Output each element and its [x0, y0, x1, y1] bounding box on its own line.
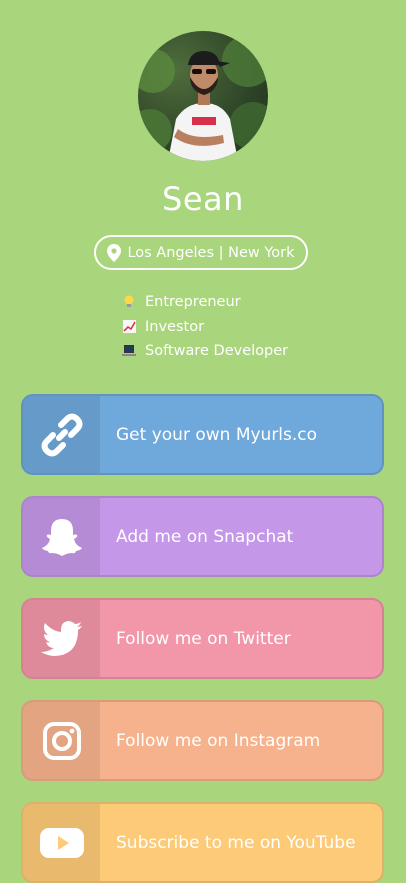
button-label: Subscribe to me on YouTube — [116, 832, 356, 853]
instagram-link-button[interactable]: Follow me on Instagram — [21, 700, 384, 781]
bio-item: Investor — [122, 315, 288, 340]
profile-name: Sean — [162, 180, 244, 218]
map-pin-icon — [107, 243, 122, 262]
twitter-icon — [23, 600, 100, 677]
snapchat-icon — [23, 498, 100, 575]
bio-item: Entrepreneur — [122, 290, 288, 315]
snapchat-link-button[interactable]: Add me on Snapchat — [21, 496, 384, 577]
bio-text: Investor — [145, 318, 205, 335]
location-badge: Los Angeles | New York — [94, 235, 308, 270]
youtube-link-button[interactable]: Subscribe to me on YouTube — [21, 802, 384, 883]
lightbulb-icon — [122, 295, 136, 309]
laptop-icon — [122, 344, 136, 358]
instagram-icon — [23, 702, 100, 779]
button-label: Get your own Myurls.co — [116, 424, 318, 445]
profile-avatar — [138, 31, 268, 161]
bio-item: Software Developer — [122, 339, 288, 364]
twitter-link-button[interactable]: Follow me on Twitter — [21, 598, 384, 679]
button-label: Add me on Snapchat — [116, 526, 294, 547]
location-text: Los Angeles | New York — [127, 244, 295, 261]
bio-list: Entrepreneur Investor Software Developer — [122, 290, 288, 364]
youtube-icon — [23, 804, 100, 881]
chart-increasing-icon — [122, 320, 136, 334]
link-icon — [23, 396, 100, 473]
bio-text: Software Developer — [145, 343, 289, 360]
button-label: Follow me on Twitter — [116, 628, 291, 649]
button-label: Follow me on Instagram — [116, 730, 321, 751]
myurls-link-button[interactable]: Get your own Myurls.co — [21, 394, 384, 475]
bio-text: Entrepreneur — [145, 294, 241, 311]
